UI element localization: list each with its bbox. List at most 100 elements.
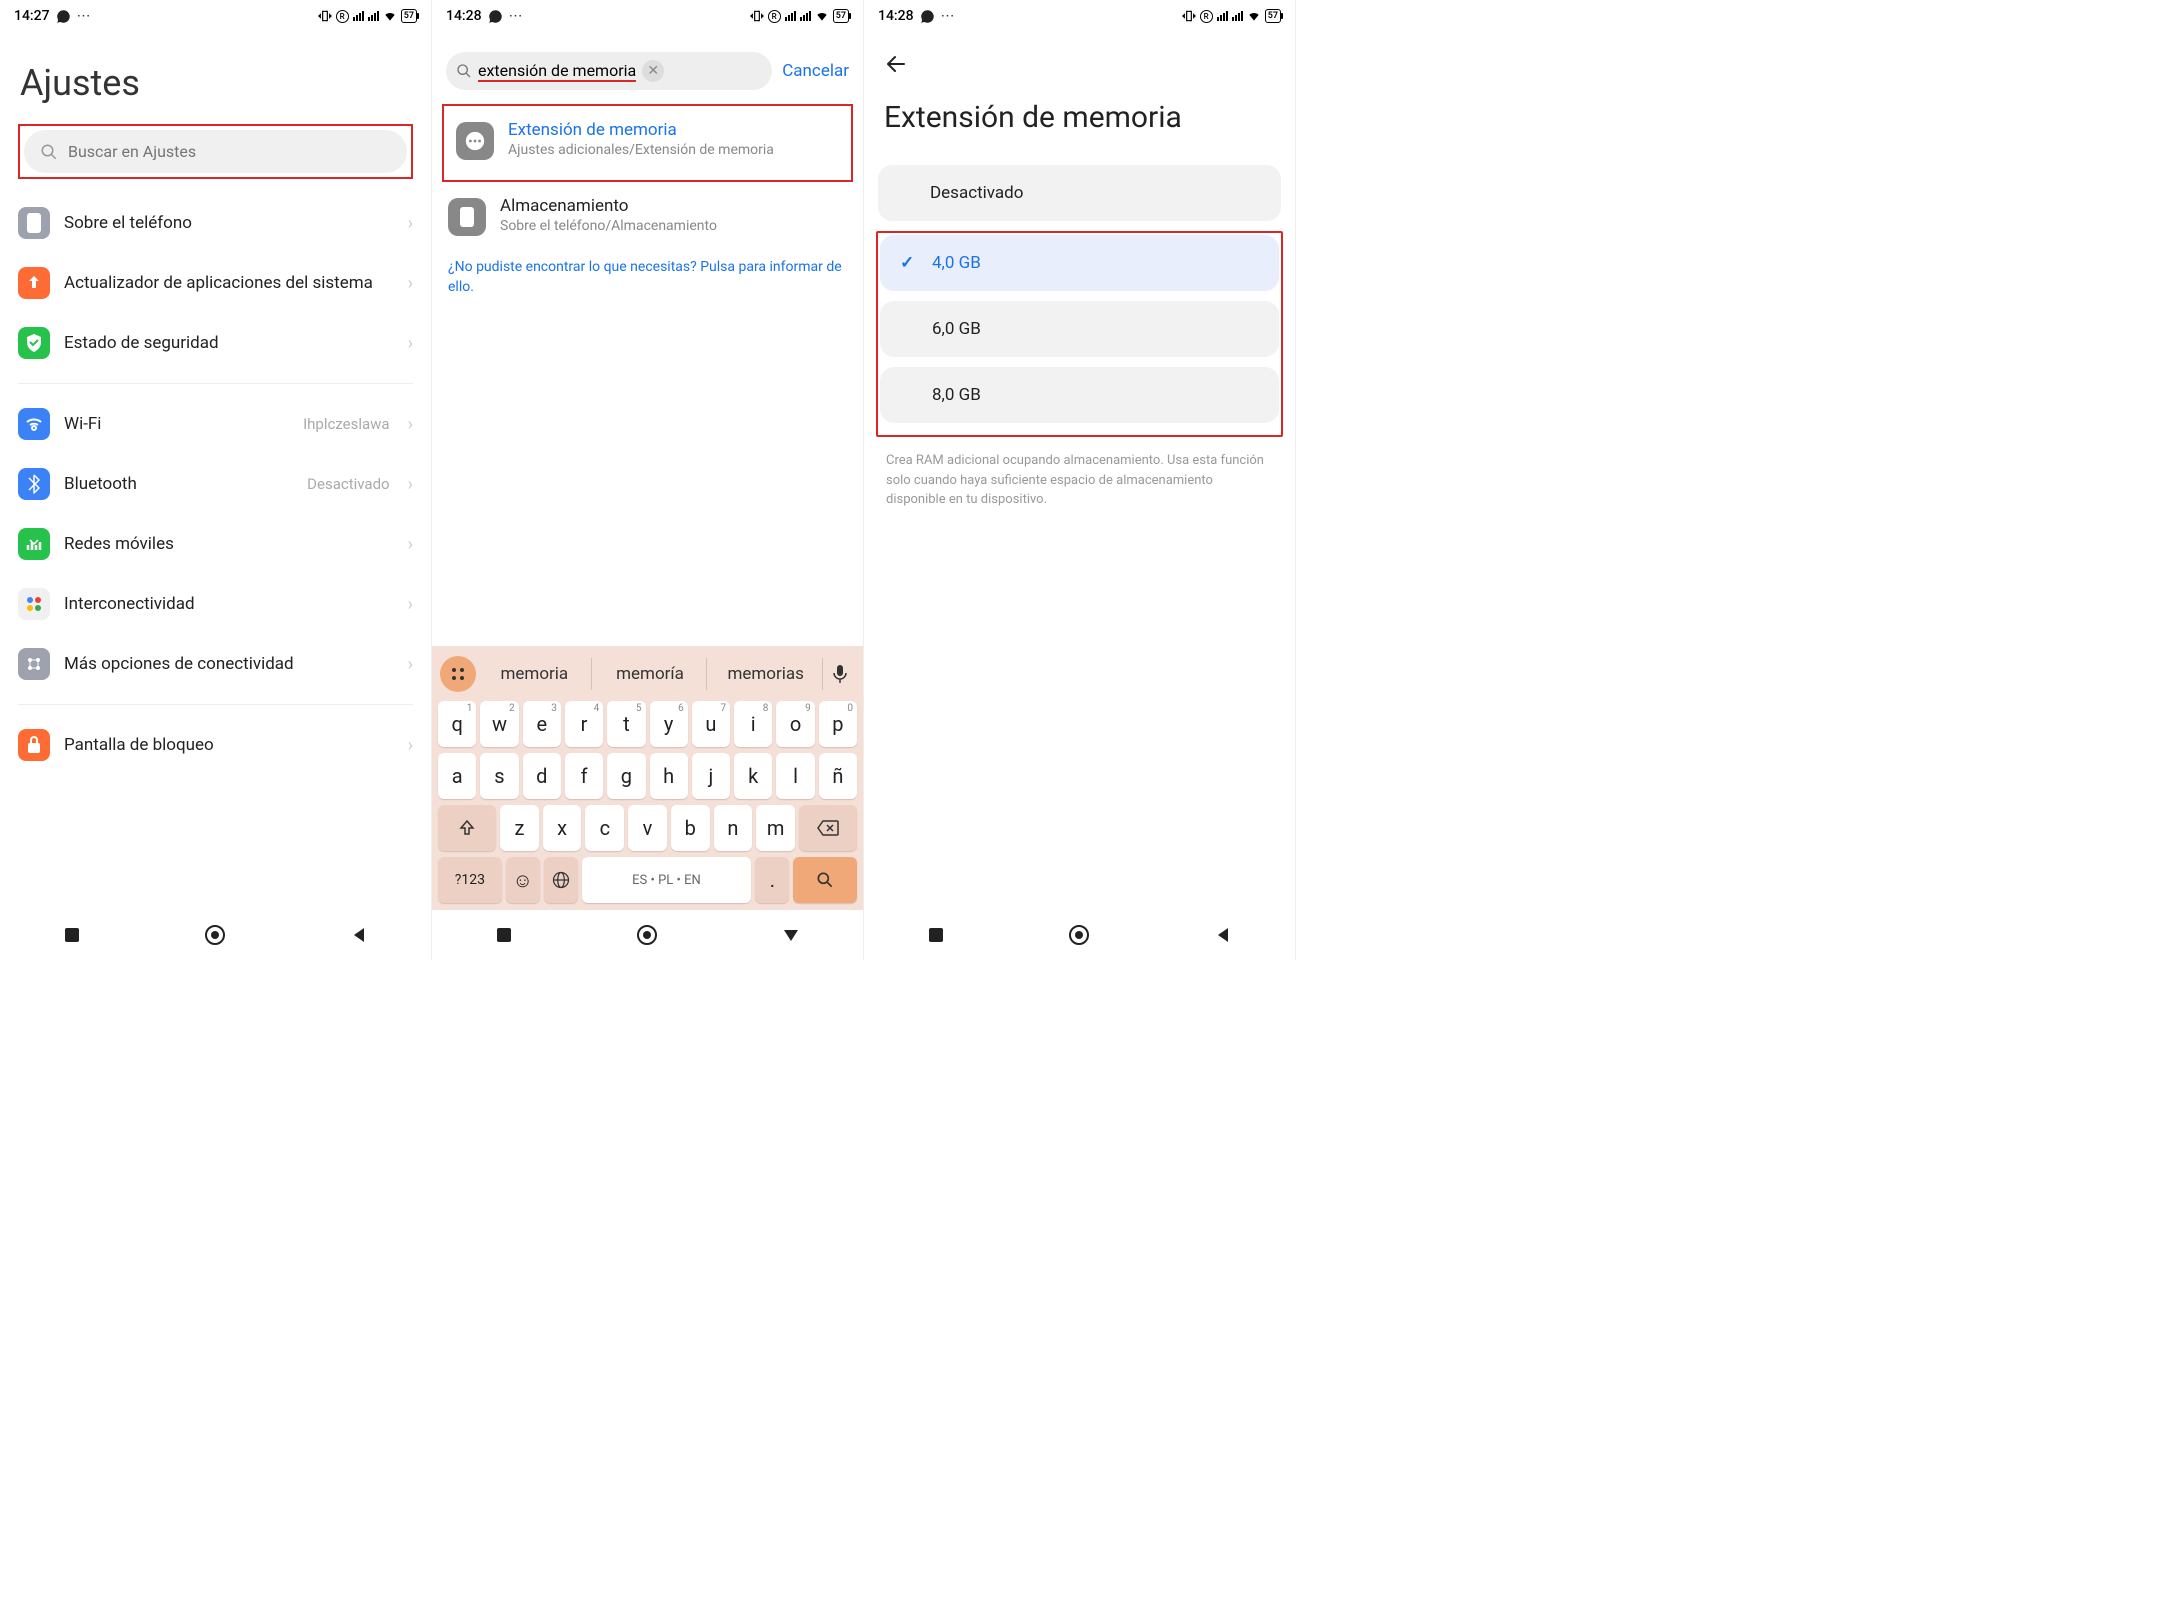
settings-item[interactable]: Actualizador de aplicaciones del sistema…: [18, 253, 413, 313]
search-input[interactable]: [68, 142, 391, 161]
option-60GB[interactable]: 6,0 GB: [880, 301, 1279, 357]
key-l[interactable]: l: [776, 753, 814, 799]
check-icon: ✓: [900, 253, 918, 273]
key-i[interactable]: i8: [734, 701, 772, 747]
roaming-icon: R: [1200, 10, 1213, 23]
result-highlight: Extensión de memoria Ajustes adicionales…: [442, 104, 853, 182]
nav-back[interactable]: [1212, 924, 1234, 946]
settings-item[interactable]: Wi-Fi Ihplczeslawa ›: [18, 394, 413, 454]
option-label: Desactivado: [930, 183, 1023, 203]
key-numbers[interactable]: ?123: [438, 857, 502, 903]
key-b[interactable]: b: [671, 805, 710, 851]
more-icon: ⋯: [77, 8, 91, 24]
back-button[interactable]: [864, 32, 1295, 90]
screen-memory-extension: 14:28 ⋯ R 57 Extensión de memoria Desact…: [864, 0, 1296, 960]
suggestion-2[interactable]: memoría: [594, 658, 708, 690]
search-box[interactable]: extensión de memoria ✕: [446, 52, 772, 90]
key-s[interactable]: s: [480, 753, 518, 799]
settings-item-value: Ihplczeslawa: [303, 415, 390, 433]
nav-home[interactable]: [636, 924, 658, 946]
screen-search-results: 14:28 ⋯ R 57 extensión de memoria ✕ Canc…: [432, 0, 864, 960]
key-z[interactable]: z: [500, 805, 539, 851]
key-j[interactable]: j: [692, 753, 730, 799]
settings-item-label: Interconectividad: [64, 594, 390, 614]
key-y[interactable]: y6: [650, 701, 688, 747]
settings-item[interactable]: Bluetooth Desactivado ›: [18, 454, 413, 514]
wifi-icon: [1247, 9, 1261, 23]
key-w[interactable]: w2: [480, 701, 518, 747]
key-f[interactable]: f: [565, 753, 603, 799]
option-label: 4,0 GB: [932, 253, 981, 273]
chevron-right-icon: ›: [408, 594, 413, 615]
key-x[interactable]: x: [543, 805, 582, 851]
settings-item[interactable]: Redes móviles ›: [18, 514, 413, 574]
key-k[interactable]: k: [734, 753, 772, 799]
key-u[interactable]: u7: [692, 701, 730, 747]
search-result-memory-extension[interactable]: Extensión de memoria Ajustes adicionales…: [450, 110, 845, 170]
settings-item-label: Sobre el teléfono: [64, 213, 390, 233]
nav-back-kb[interactable]: [780, 924, 802, 946]
whatsapp-icon: [920, 9, 935, 24]
key-c[interactable]: c: [585, 805, 624, 851]
keyboard-apps-button[interactable]: [440, 656, 476, 692]
settings-item[interactable]: Interconectividad ›: [18, 574, 413, 634]
nav-recent[interactable]: [925, 924, 947, 946]
key-search[interactable]: [793, 857, 857, 903]
key-ñ[interactable]: ñ: [819, 753, 857, 799]
cancel-link[interactable]: Cancelar: [782, 61, 849, 81]
key-t[interactable]: t5: [607, 701, 645, 747]
key-r[interactable]: r4: [565, 701, 603, 747]
battery-icon: 57: [833, 9, 849, 23]
more-icon: ⋯: [941, 8, 955, 24]
nav-home[interactable]: [204, 924, 226, 946]
search-highlight: [18, 124, 413, 179]
search-box[interactable]: [24, 130, 407, 173]
clear-button[interactable]: ✕: [642, 60, 664, 82]
key-h[interactable]: h: [650, 753, 688, 799]
whatsapp-icon: [488, 9, 503, 24]
suggestion-3[interactable]: memorias: [709, 658, 823, 690]
settings-item-label: Redes móviles: [64, 534, 390, 554]
key-a[interactable]: a: [438, 753, 476, 799]
key-d[interactable]: d: [523, 753, 561, 799]
settings-item-label: Estado de seguridad: [64, 333, 390, 353]
suggestion-1[interactable]: memoria: [478, 658, 592, 690]
key-m[interactable]: m: [756, 805, 795, 851]
key-v[interactable]: v: [628, 805, 667, 851]
option-80GB[interactable]: 8,0 GB: [880, 367, 1279, 423]
key-o[interactable]: o9: [776, 701, 814, 747]
search-result-storage[interactable]: Almacenamiento Sobre el teléfono/Almacen…: [432, 182, 863, 250]
nav-home[interactable]: [1068, 924, 1090, 946]
settings-item[interactable]: Más opciones de conectividad ›: [18, 634, 413, 694]
key-g[interactable]: g: [607, 753, 645, 799]
settings-item[interactable]: Sobre el teléfono ›: [18, 193, 413, 253]
mic-icon[interactable]: [825, 664, 855, 684]
settings-item[interactable]: Estado de seguridad ›: [18, 313, 413, 373]
key-globe[interactable]: [544, 857, 578, 903]
option-40GB[interactable]: ✓ 4,0 GB: [880, 235, 1279, 291]
settings-item-icon: [18, 327, 50, 359]
result-subtitle: Sobre el teléfono/Almacenamiento: [500, 218, 717, 234]
status-bar: 14:27 ⋯ R 57: [0, 0, 431, 32]
option-disabled[interactable]: Desactivado: [878, 165, 1281, 221]
option-label: 8,0 GB: [932, 385, 981, 405]
result-subtitle: Ajustes adicionales/Extensión de memoria: [508, 142, 774, 158]
signal-icon: [353, 11, 364, 21]
key-e[interactable]: e3: [523, 701, 561, 747]
key-p[interactable]: p0: [819, 701, 857, 747]
nav-bar: [0, 910, 431, 960]
key-shift[interactable]: [438, 805, 496, 851]
settings-item[interactable]: Pantalla de bloqueo ›: [18, 715, 413, 775]
result-title: Almacenamiento: [500, 196, 717, 216]
nav-back[interactable]: [348, 924, 370, 946]
key-emoji[interactable]: ☺: [506, 857, 540, 903]
key-n[interactable]: n: [714, 805, 753, 851]
key-space[interactable]: ES • PL • EN: [582, 857, 752, 903]
key-q[interactable]: q1: [438, 701, 476, 747]
nav-recent[interactable]: [493, 924, 515, 946]
search-input-text[interactable]: extensión de memoria: [478, 61, 636, 82]
key-backspace[interactable]: [799, 805, 857, 851]
feedback-link[interactable]: ¿No pudiste encontrar lo que necesitas? …: [432, 250, 863, 305]
key-period[interactable]: .: [755, 857, 789, 903]
nav-recent[interactable]: [61, 924, 83, 946]
